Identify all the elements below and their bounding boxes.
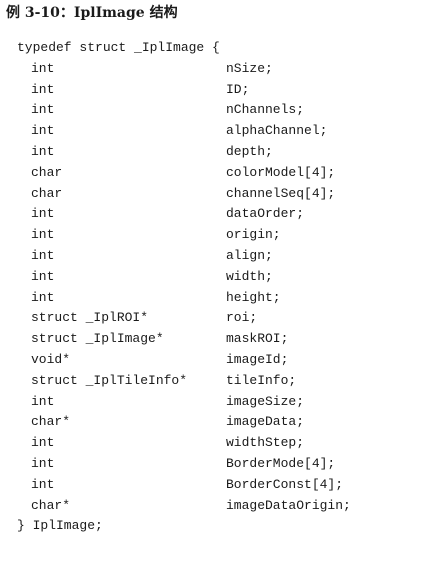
member-type: struct _IplImage* — [31, 331, 164, 347]
struct-member-line: int height; — [17, 288, 281, 309]
struct-member-line: int align; — [17, 246, 273, 267]
struct-member-line: int alphaChannel; — [17, 121, 327, 142]
struct-member-line: int origin; — [17, 225, 281, 246]
member-name: ID; — [226, 81, 250, 97]
member-type: int — [31, 393, 55, 409]
member-name: depth; — [226, 143, 273, 159]
member-type: int — [31, 81, 55, 97]
struct-member-line: int ID; — [17, 80, 249, 101]
member-name: dataOrder; — [226, 206, 305, 222]
member-type: int — [31, 102, 55, 118]
code-block: typedef struct _IplImage { int nSize; int I… — [17, 38, 351, 537]
member-name: roi; — [226, 310, 258, 326]
struct-member-line: int dataOrder; — [17, 204, 304, 225]
member-type: int — [31, 268, 55, 284]
member-name: BorderMode[4]; — [226, 455, 336, 471]
struct-member-line: char channelSeq[4]; — [17, 184, 335, 205]
struct-member-line: int imageSize; — [17, 392, 304, 413]
member-name: alphaChannel; — [226, 123, 328, 139]
member-name: colorModel[4]; — [226, 164, 336, 180]
member-name: imageSize; — [226, 393, 305, 409]
member-type: int — [31, 227, 55, 243]
member-type: struct _IplTileInfo* — [31, 372, 188, 388]
member-name: imageData; — [226, 414, 305, 430]
member-type: struct _IplROI* — [31, 310, 149, 326]
struct-member-line: int BorderConst[4]; — [17, 475, 343, 496]
member-type: int — [31, 247, 55, 263]
member-type: char — [31, 185, 63, 201]
member-name: nSize; — [226, 60, 273, 76]
member-name: origin; — [226, 227, 281, 243]
struct-member-line: char* imageData; — [17, 412, 304, 433]
member-type: int — [31, 143, 55, 159]
member-name: BorderConst[4]; — [226, 476, 344, 492]
struct-member-line: struct _IplImage* maskROI; — [17, 329, 288, 350]
struct-member-line: int depth; — [17, 142, 273, 163]
struct-member-line: int width; — [17, 267, 273, 288]
struct-member-line: int nChannels; — [17, 100, 304, 121]
member-name: channelSeq[4]; — [226, 185, 336, 201]
code-footer-line: } IplImage; — [17, 518, 103, 534]
struct-member-line: int widthStep; — [17, 433, 304, 454]
member-name: imageDataOrigin; — [226, 497, 351, 513]
member-type: int — [31, 289, 55, 305]
member-type: void* — [31, 351, 71, 367]
member-name: maskROI; — [226, 331, 289, 347]
struct-members: int nSize; int ID; int nChannels; int alphaChan… — [17, 59, 351, 517]
struct-member-line: struct _IplROI* roi; — [17, 308, 257, 329]
struct-member-line: int BorderMode[4]; — [17, 454, 335, 475]
member-type: char* — [31, 497, 71, 513]
struct-member-line: void* imageId; — [17, 350, 288, 371]
struct-member-line: char colorModel[4]; — [17, 163, 335, 184]
member-type: int — [31, 206, 55, 222]
member-name: nChannels; — [226, 102, 305, 118]
member-type: int — [31, 123, 55, 139]
member-type: int — [31, 476, 55, 492]
example-caption: 例 3-10：IplImage 结构 — [6, 5, 178, 21]
member-name: tileInfo; — [226, 372, 297, 388]
struct-member-line: char* imageDataOrigin; — [17, 496, 351, 517]
member-type: char* — [31, 414, 71, 430]
member-name: width; — [226, 268, 273, 284]
code-header-line: typedef struct _IplImage { — [17, 40, 220, 55]
member-name: align; — [226, 247, 273, 263]
member-type: int — [31, 435, 55, 451]
member-type: int — [31, 455, 55, 471]
member-name: imageId; — [226, 351, 289, 367]
member-name: height; — [226, 289, 281, 305]
member-name: widthStep; — [226, 435, 305, 451]
member-type: char — [31, 164, 63, 180]
member-type: int — [31, 60, 55, 76]
struct-member-line: int nSize; — [17, 59, 273, 80]
struct-member-line: struct _IplTileInfo* tileInfo; — [17, 371, 296, 392]
